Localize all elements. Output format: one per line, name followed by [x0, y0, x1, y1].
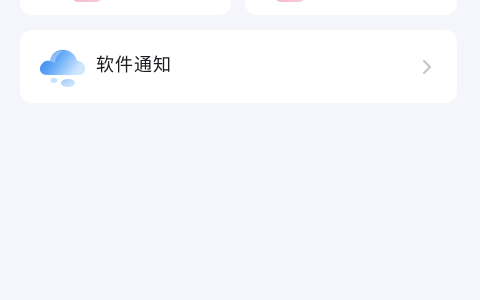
software-notification-label: 软件通知: [96, 55, 172, 76]
software-notification-card[interactable]: 软件通知: [20, 30, 457, 103]
top-left-card[interactable]: [20, 0, 231, 15]
settings-page: 软件通知: [0, 0, 480, 300]
pink-feature-icon: [275, 0, 305, 2]
cloud-icon: [39, 49, 86, 87]
pink-feature-icon: [72, 0, 102, 2]
top-right-card[interactable]: [245, 0, 457, 15]
chevron-right-icon: [422, 59, 432, 75]
